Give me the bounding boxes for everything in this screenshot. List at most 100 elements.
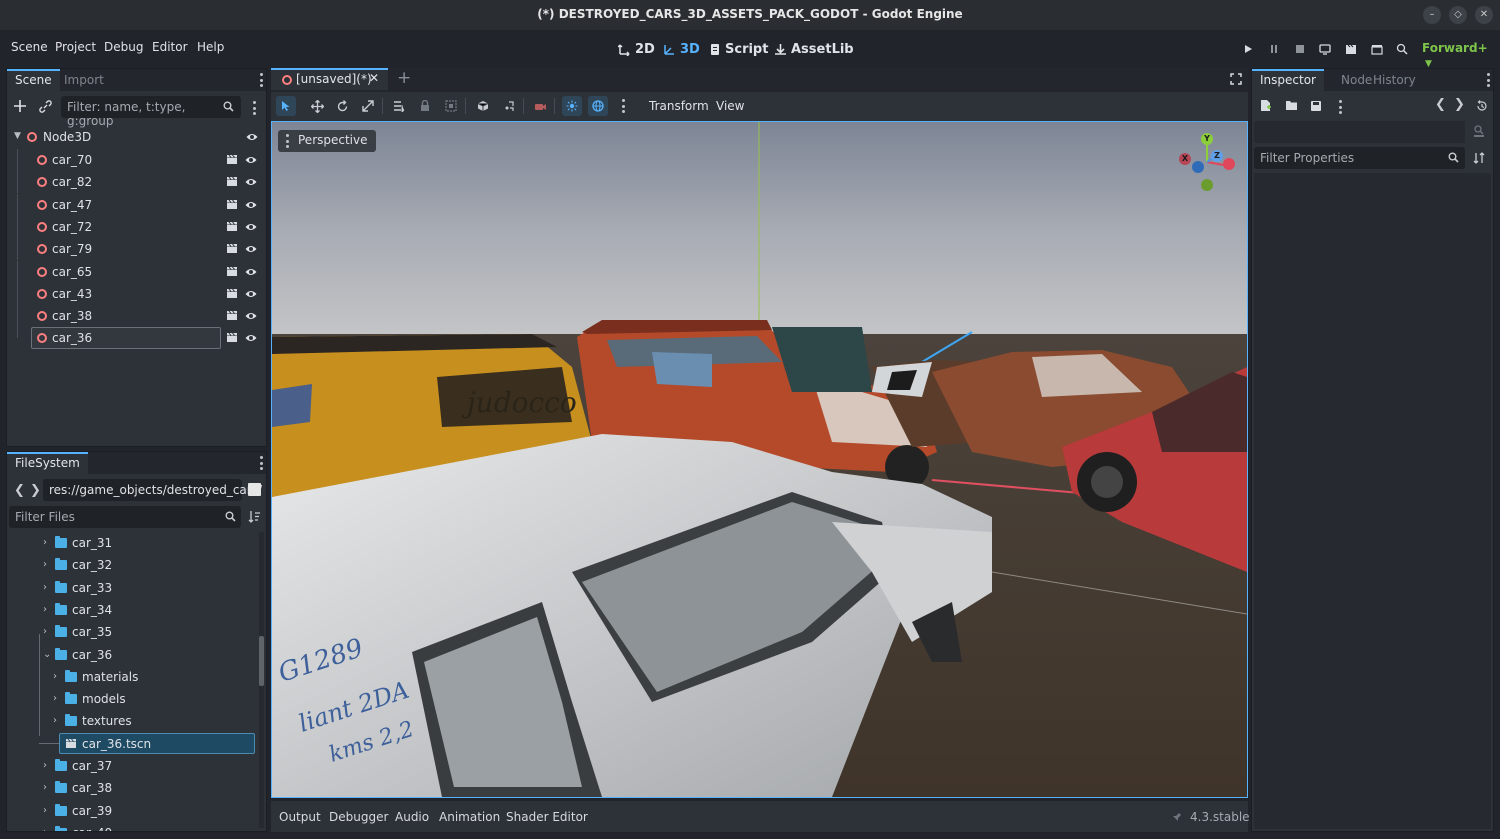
file-item-scene[interactable]: car_36.tscn bbox=[9, 732, 255, 755]
tree-node-car-36[interactable]: car_36 bbox=[7, 327, 263, 350]
sun-toggle-button[interactable] bbox=[562, 96, 582, 116]
open-in-editor-icon[interactable] bbox=[226, 221, 238, 232]
visibility-eye-icon[interactable] bbox=[245, 266, 257, 278]
tree-node-car-38[interactable]: car_38 bbox=[7, 305, 263, 328]
tab-audio[interactable]: Audio bbox=[395, 810, 429, 824]
tab-history[interactable]: History bbox=[1365, 69, 1424, 91]
folder-item[interactable]: › car_37 bbox=[9, 755, 255, 777]
folder-item[interactable]: › textures bbox=[9, 710, 255, 732]
visibility-eye-icon[interactable] bbox=[245, 243, 257, 255]
folder-item[interactable]: › car_40 bbox=[9, 822, 255, 831]
path-field[interactable]: res://game_objects/destroyed_cars/ bbox=[43, 479, 262, 501]
menu-transform[interactable]: Transform bbox=[649, 99, 709, 113]
menu-view[interactable]: View bbox=[716, 99, 744, 113]
instance-scene-button[interactable] bbox=[39, 100, 52, 113]
tree-node-car-79[interactable]: car_79 bbox=[7, 238, 263, 261]
scene-options-icon[interactable] bbox=[252, 101, 256, 115]
sort-icon[interactable] bbox=[248, 510, 261, 523]
open-in-editor-icon[interactable] bbox=[226, 154, 238, 165]
tab-shader-editor[interactable]: Shader Editor bbox=[506, 810, 588, 824]
orientation-gizmo[interactable]: Y X Z bbox=[1172, 130, 1242, 200]
split-mode-icon[interactable] bbox=[248, 483, 261, 496]
folder-item[interactable]: ⌄ car_36 bbox=[9, 644, 255, 666]
filter-properties-input[interactable]: Filter Properties bbox=[1254, 147, 1465, 169]
distraction-free-icon[interactable] bbox=[1230, 73, 1242, 85]
history-icon[interactable] bbox=[1476, 100, 1488, 112]
folder-item[interactable]: › materials bbox=[9, 666, 255, 688]
scene-filter-input[interactable]: Filter: name, t:type, g:group bbox=[61, 96, 241, 128]
chevron-right-icon[interactable]: › bbox=[53, 671, 57, 682]
open-in-editor-icon[interactable] bbox=[226, 288, 238, 299]
add-tab-icon[interactable]: + bbox=[397, 68, 411, 88]
file-filter-input[interactable]: Filter Files bbox=[9, 506, 241, 528]
preview-camera-button[interactable] bbox=[531, 98, 549, 114]
workspace-2d-button[interactable]: 2D bbox=[618, 39, 655, 59]
renderer-selector[interactable]: Forward+ ▼ bbox=[1422, 41, 1500, 69]
visibility-eye-icon[interactable] bbox=[245, 310, 257, 322]
close-window-button[interactable]: ✕ bbox=[1475, 6, 1493, 24]
visibility-eye-icon[interactable] bbox=[245, 199, 257, 211]
dock-menu-icon[interactable] bbox=[1486, 73, 1490, 87]
tab-animation[interactable]: Animation bbox=[439, 810, 500, 824]
snap-button[interactable] bbox=[474, 98, 492, 114]
open-in-editor-icon[interactable] bbox=[226, 243, 238, 254]
restore-button[interactable]: ◇ bbox=[1449, 6, 1467, 24]
tree-node-car-43[interactable]: car_43 bbox=[7, 282, 263, 305]
tab-import[interactable]: Import bbox=[56, 69, 112, 91]
toolbar-menu-icon[interactable] bbox=[621, 99, 625, 113]
back-arrow-icon[interactable]: ❮ bbox=[14, 483, 25, 498]
dock-menu-icon[interactable] bbox=[259, 456, 263, 470]
chevron-right-icon[interactable]: › bbox=[43, 604, 47, 615]
chevron-right-icon[interactable]: › bbox=[43, 537, 47, 548]
group-button[interactable] bbox=[442, 98, 460, 114]
workspace-script-button[interactable]: Script bbox=[709, 39, 768, 59]
pause-button[interactable] bbox=[1266, 41, 1282, 57]
minimize-button[interactable]: – bbox=[1423, 6, 1441, 24]
tab-debugger[interactable]: Debugger bbox=[329, 810, 388, 824]
select-mode-button[interactable] bbox=[276, 96, 296, 116]
chevron-right-icon[interactable]: › bbox=[43, 559, 47, 570]
close-tab-icon[interactable]: ✕ bbox=[369, 71, 379, 85]
tab-scene[interactable]: Scene bbox=[7, 69, 60, 91]
visibility-eye-icon[interactable] bbox=[245, 221, 257, 233]
tab-filesystem[interactable]: FileSystem bbox=[7, 452, 88, 474]
play-button[interactable] bbox=[1240, 41, 1256, 57]
folder-item[interactable]: › car_32 bbox=[9, 554, 255, 576]
run-current-scene-button[interactable] bbox=[1343, 41, 1359, 57]
menu-debug[interactable]: Debug bbox=[104, 40, 143, 54]
menu-editor[interactable]: Editor bbox=[152, 40, 188, 54]
workspace-assetlib-button[interactable]: AssetLib bbox=[774, 39, 854, 59]
lock-button[interactable] bbox=[416, 98, 434, 114]
menu-help[interactable]: Help bbox=[197, 40, 224, 54]
open-resource-button[interactable] bbox=[1285, 100, 1298, 111]
visibility-eye-icon[interactable] bbox=[245, 288, 257, 300]
inspector-options-icon[interactable] bbox=[1338, 100, 1342, 114]
scrollbar-thumb[interactable] bbox=[259, 636, 264, 686]
chevron-right-icon[interactable]: › bbox=[53, 693, 57, 704]
chevron-right-icon[interactable]: › bbox=[43, 626, 47, 637]
visibility-eye-icon[interactable] bbox=[245, 332, 257, 344]
open-in-editor-icon[interactable] bbox=[226, 266, 238, 277]
open-in-editor-icon[interactable] bbox=[226, 310, 238, 321]
tree-root-node3d[interactable]: ▼ Node3D bbox=[7, 126, 263, 148]
chevron-right-icon[interactable]: › bbox=[43, 760, 47, 771]
folder-item[interactable]: › car_33 bbox=[9, 577, 255, 599]
menu-scene[interactable]: Scene bbox=[11, 40, 48, 54]
menu-project[interactable]: Project bbox=[55, 40, 96, 54]
pivot-button[interactable] bbox=[500, 98, 518, 114]
folder-item[interactable]: › models bbox=[9, 688, 255, 710]
visibility-eye-icon[interactable] bbox=[245, 176, 257, 188]
tree-node-car-65[interactable]: car_65 bbox=[7, 260, 263, 283]
history-back-icon[interactable]: ❮ bbox=[1435, 97, 1446, 112]
visibility-eye-icon[interactable] bbox=[246, 131, 258, 143]
property-sort-icon[interactable] bbox=[1473, 152, 1485, 164]
folder-item[interactable]: › car_38 bbox=[9, 777, 255, 799]
tab-unsaved-scene[interactable]: [unsaved](*) ✕ bbox=[271, 68, 388, 90]
gizmo-x-axis[interactable]: X bbox=[1179, 153, 1191, 165]
gizmo-y-axis[interactable]: Y bbox=[1201, 133, 1213, 145]
list-select-button[interactable] bbox=[390, 98, 408, 114]
chevron-right-icon[interactable]: › bbox=[43, 827, 47, 831]
gizmo-z-axis[interactable]: Z bbox=[1211, 150, 1223, 162]
tab-inspector[interactable]: Inspector bbox=[1252, 69, 1324, 91]
chevron-right-icon[interactable]: › bbox=[43, 805, 47, 816]
